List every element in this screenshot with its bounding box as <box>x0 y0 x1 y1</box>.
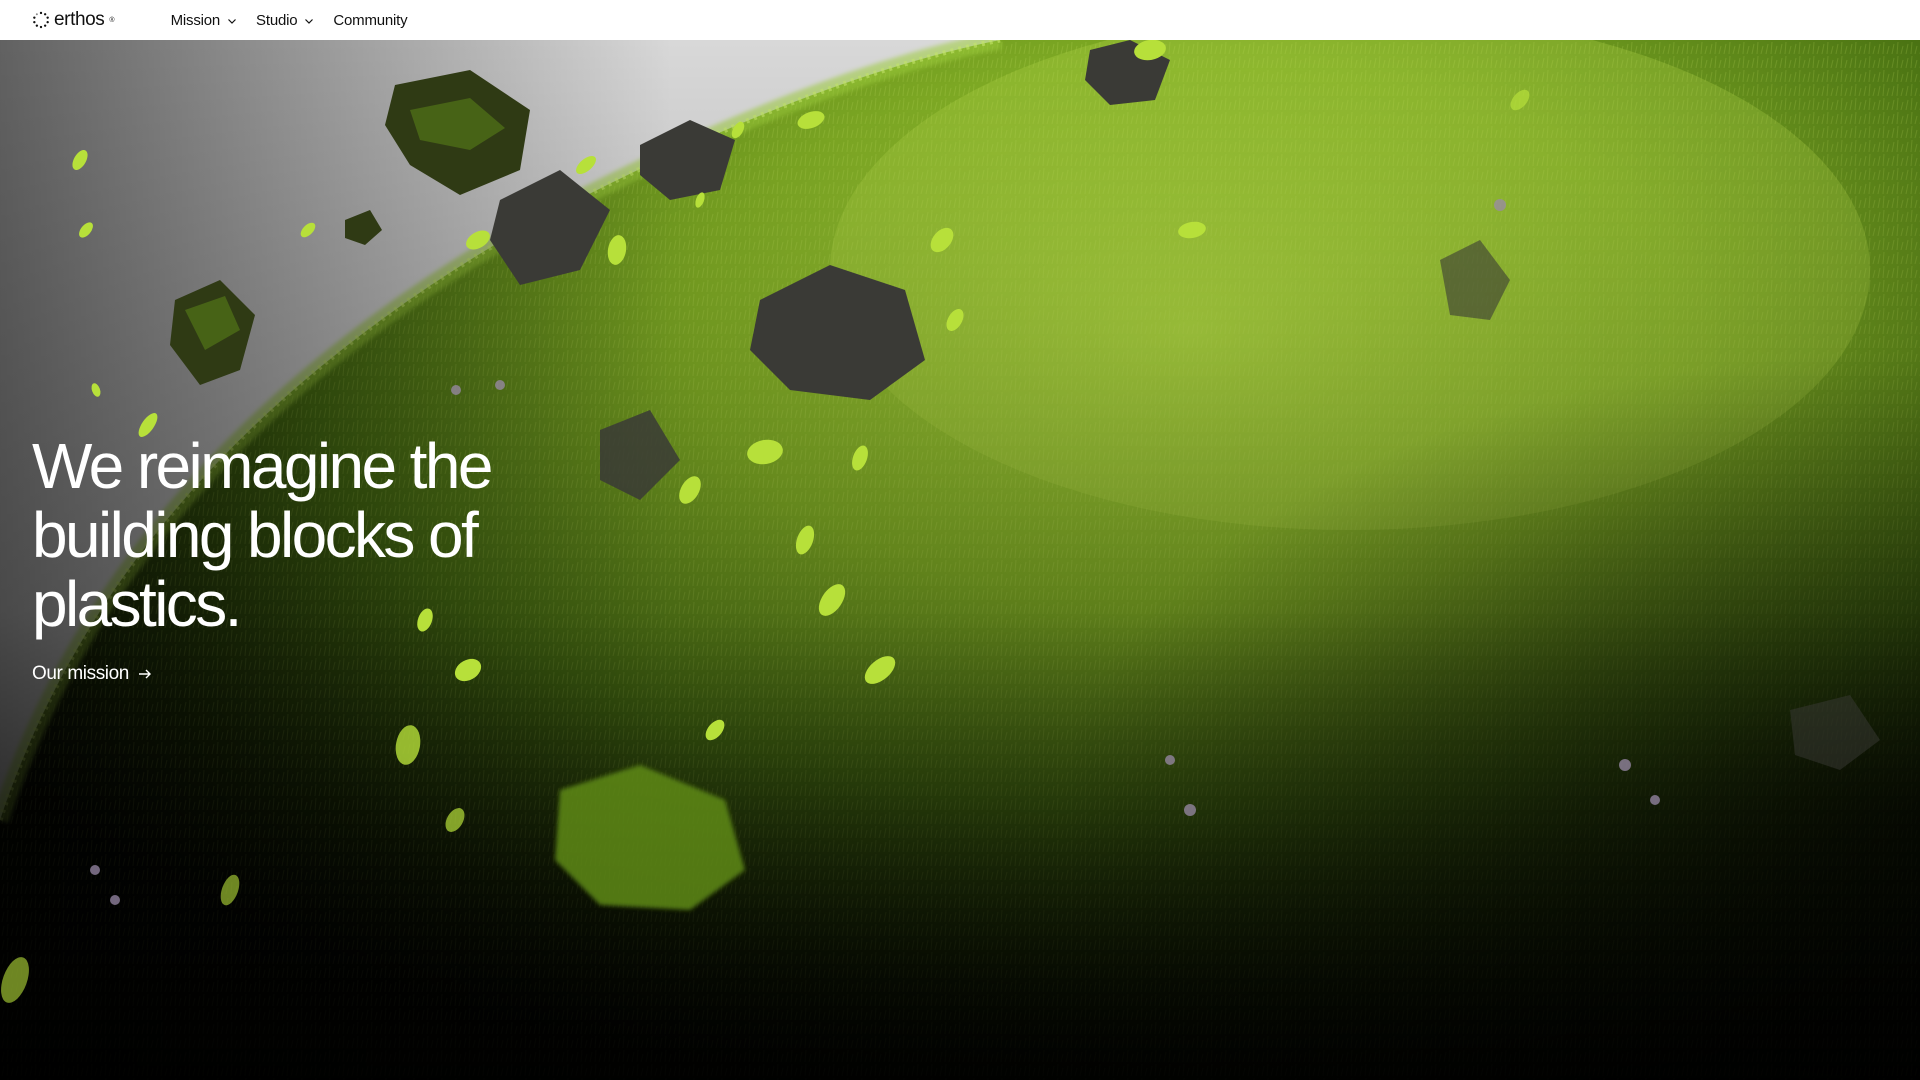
nav-item-label: Community <box>333 11 408 29</box>
nav-item-studio[interactable]: Studio <box>256 12 315 29</box>
nav-item-label: Studio <box>256 11 298 29</box>
nav-item-mission[interactable]: Mission <box>171 12 238 29</box>
chevron-down-icon <box>305 19 314 24</box>
brand-logo-link[interactable]: erthos ® <box>32 9 115 31</box>
hero-content: We reimagine the building blocks of plas… <box>32 432 652 685</box>
main-menu: Mission Studio Community <box>171 12 408 29</box>
hero-section: We reimagine the building blocks of plas… <box>0 40 1920 1080</box>
top-navigation-bar: erthos ® Mission Studio Community <box>0 0 1920 40</box>
nav-item-label: Mission <box>170 11 221 29</box>
cta-label: Our mission <box>32 663 129 684</box>
registered-mark: ® <box>109 16 115 24</box>
brand-name: erthos <box>54 9 105 30</box>
chevron-down-icon <box>228 19 236 24</box>
arrow-right-icon <box>138 669 151 679</box>
our-mission-link[interactable]: Our mission <box>32 663 153 685</box>
nav-item-community[interactable]: Community <box>333 12 407 29</box>
hero-headline: We reimagine the building blocks of plas… <box>32 430 493 640</box>
dotted-circle-logo-icon <box>33 11 49 29</box>
